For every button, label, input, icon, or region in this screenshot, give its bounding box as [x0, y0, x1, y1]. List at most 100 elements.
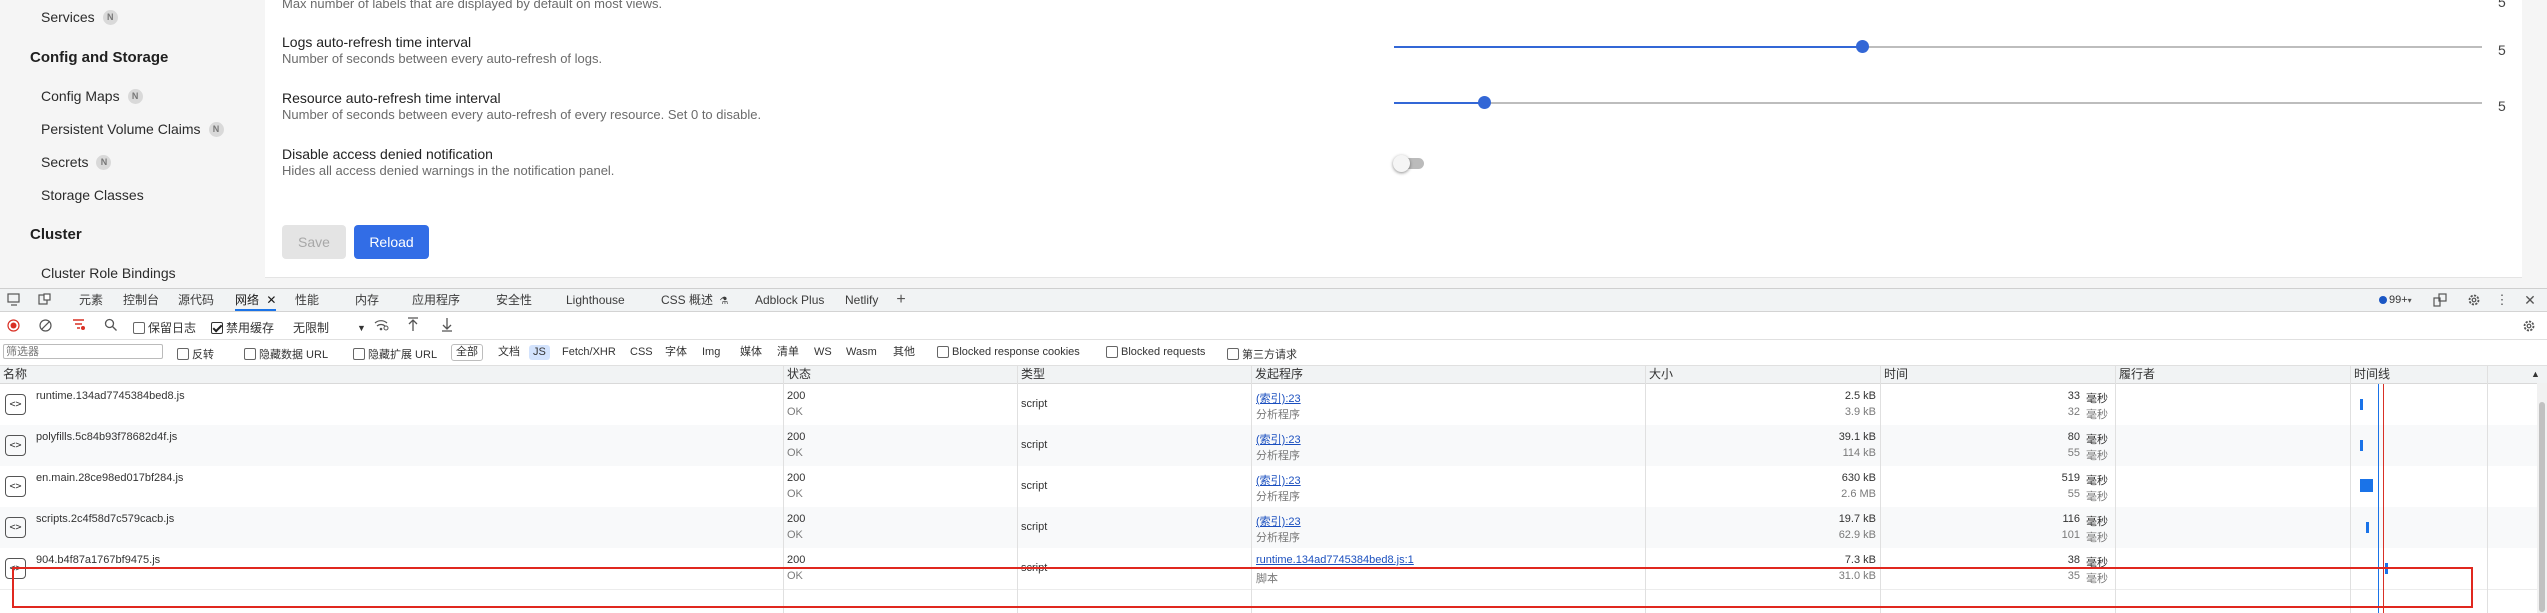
request-initiator-link[interactable]: runtime.134ad7745384bed8.js:1 [1256, 554, 1414, 566]
invert-checkbox[interactable]: 反转 [177, 346, 214, 362]
device-toolbar-icon[interactable] [38, 293, 52, 306]
filter-type-fetch-xhr[interactable]: Fetch/XHR [558, 345, 620, 360]
time-unit: 毫秒 [2086, 491, 2108, 503]
sidebar-item-label: Services [41, 9, 95, 25]
table-row[interactable]: <> en.main.28ce98ed017bf284.js 200 OK sc… [0, 466, 2547, 508]
add-tab-icon[interactable]: + [893, 291, 909, 308]
inspect-element-icon[interactable] [7, 293, 21, 306]
blocked-requests-label: Blocked requests [1121, 346, 1206, 358]
tab-adblock-plus[interactable]: Adblock Plus [755, 289, 824, 311]
sidebar-item-services[interactable]: Services N [41, 9, 118, 25]
logs-interval-slider-thumb[interactable] [1856, 40, 1869, 53]
import-har-icon[interactable] [406, 317, 420, 332]
sidebar-item-secrets[interactable]: Secrets N [41, 154, 112, 170]
search-icon[interactable] [104, 318, 118, 332]
table-scrollbar[interactable] [2537, 383, 2547, 613]
column-status[interactable]: 状态 [787, 366, 811, 383]
disable-cache-label: 禁用缓存 [226, 321, 275, 335]
filter-type-other[interactable]: 其他 [889, 345, 919, 360]
filter-type-css[interactable]: CSS [626, 345, 657, 360]
filter-type-font[interactable]: 字体 [661, 345, 691, 360]
tab-performance[interactable]: 性能 [295, 289, 319, 311]
filter-type-img[interactable]: Img [698, 345, 724, 360]
table-row[interactable]: <> polyfills.5c84b93f78682d4f.js 200 OK … [0, 425, 2547, 467]
tab-security[interactable]: 安全性 [496, 289, 532, 311]
hide-extension-urls-checkbox[interactable]: 隐藏扩展 URL [353, 346, 437, 362]
request-name: scripts.2c4f58d7c579cacb.js [36, 513, 175, 525]
network-conditions-icon[interactable] [374, 318, 389, 332]
tab-css-overview[interactable]: CSS 概述 ⚗ [661, 289, 728, 311]
more-options-icon[interactable]: ⋮ [2496, 292, 2509, 308]
request-latency: 32 [2067, 406, 2080, 418]
filter-icon[interactable] [72, 318, 86, 332]
reload-button[interactable]: Reload [354, 225, 429, 259]
column-name[interactable]: 名称 [3, 366, 27, 383]
checkbox-box [244, 348, 256, 360]
disable-cache-checkbox[interactable]: 禁用缓存 [211, 319, 274, 336]
clear-icon[interactable] [39, 319, 52, 332]
close-devtools-icon[interactable]: ✕ [2523, 292, 2537, 308]
column-fulfilled-by[interactable]: 履行者 [2119, 366, 2155, 383]
filter-type-ws[interactable]: WS [810, 345, 836, 360]
issues-counter[interactable]: 99+ ▾ [2379, 294, 2412, 306]
sidebar-item-persistent-volume-claims[interactable]: Persistent Volume Claims N [41, 121, 224, 137]
column-type[interactable]: 类型 [1021, 366, 1045, 383]
request-status-text: OK [787, 529, 803, 541]
filter-type-media[interactable]: 媒体 [736, 345, 766, 360]
column-time[interactable]: 时间 [1884, 366, 1908, 383]
settings-card: Max number of labels that are displayed … [265, 0, 2522, 278]
filter-type-manifest[interactable]: 清单 [773, 345, 803, 360]
blocked-response-cookies-checkbox[interactable]: Blocked response cookies [937, 346, 1080, 358]
column-size[interactable]: 大小 [1649, 366, 1673, 383]
request-latency: 101 [2061, 529, 2080, 541]
invert-label: 反转 [192, 349, 214, 361]
third-party-requests-checkbox[interactable]: 第三方请求 [1227, 346, 1297, 362]
column-initiator[interactable]: 发起程序 [1255, 366, 1303, 383]
table-row[interactable]: <> scripts.2c4f58d7c579cacb.js 200 OK sc… [0, 507, 2547, 549]
filter-type-all[interactable]: 全部 [451, 344, 483, 361]
column-waterfall[interactable]: 时间线 [2354, 366, 2390, 383]
resource-interval-slider[interactable] [1394, 102, 2482, 104]
sidebar-item-storage-classes[interactable]: Storage Classes [41, 187, 144, 203]
throttling-select[interactable]: 无限制 ▼ [293, 319, 366, 336]
preserve-log-checkbox[interactable]: 保留日志 [133, 319, 196, 336]
blocked-requests-checkbox[interactable]: Blocked requests [1106, 346, 1205, 358]
sort-ascending-icon[interactable]: ▲ [2531, 366, 2540, 383]
tab-application[interactable]: 应用程序 [412, 289, 460, 311]
tab-elements[interactable]: 元素 [79, 289, 103, 311]
sidebar-item-cluster-role-bindings[interactable]: Cluster Role Bindings [41, 265, 176, 281]
save-button[interactable]: Save [282, 225, 346, 259]
close-tab-icon[interactable]: ✕ [266, 293, 276, 307]
remote-devices-icon[interactable] [2433, 293, 2447, 307]
gear-icon[interactable] [2467, 293, 2481, 307]
filter-type-doc[interactable]: 文档 [494, 345, 524, 360]
tab-sources[interactable]: 源代码 [178, 289, 214, 311]
request-initiator-link[interactable]: (索引):23 [1256, 513, 1301, 529]
record-icon[interactable] [7, 319, 20, 332]
request-initiator-link[interactable]: (索引):23 [1256, 472, 1301, 488]
filter-type-wasm[interactable]: Wasm [842, 345, 881, 360]
filter-type-js[interactable]: JS [529, 345, 550, 360]
column-divider[interactable] [2487, 366, 2488, 613]
table-row[interactable]: <> runtime.134ad7745384bed8.js 200 OK sc… [0, 384, 2547, 426]
request-initiator-link[interactable]: (索引):23 [1256, 390, 1301, 406]
export-har-icon[interactable] [440, 317, 454, 332]
app-area: Services N Config and Storage Config Map… [0, 0, 2547, 288]
hide-data-urls-checkbox[interactable]: 隐藏数据 URL [244, 346, 328, 362]
access-denied-toggle[interactable] [1393, 155, 1424, 172]
tab-network[interactable]: 网络 ✕ [235, 289, 277, 311]
resource-interval-slider-thumb[interactable] [1478, 96, 1491, 109]
tab-netlify[interactable]: Netlify [845, 289, 878, 311]
request-size: 39.1 kB [1838, 431, 1876, 443]
tab-lighthouse[interactable]: Lighthouse [566, 289, 625, 311]
network-settings-gear-icon[interactable] [2521, 318, 2536, 333]
access-denied-description: Hides all access denied warnings in the … [282, 163, 615, 178]
request-initiator-link[interactable]: (索引):23 [1256, 431, 1301, 447]
scrollbar-thumb[interactable] [2539, 402, 2545, 612]
tab-console[interactable]: 控制台 [123, 289, 159, 311]
filter-input[interactable] [3, 344, 163, 359]
request-status-text: OK [787, 447, 803, 459]
tab-memory[interactable]: 内存 [355, 289, 379, 311]
sidebar-item-config-maps[interactable]: Config Maps N [41, 88, 143, 104]
labels-limit-description: Max number of labels that are displayed … [282, 0, 663, 11]
